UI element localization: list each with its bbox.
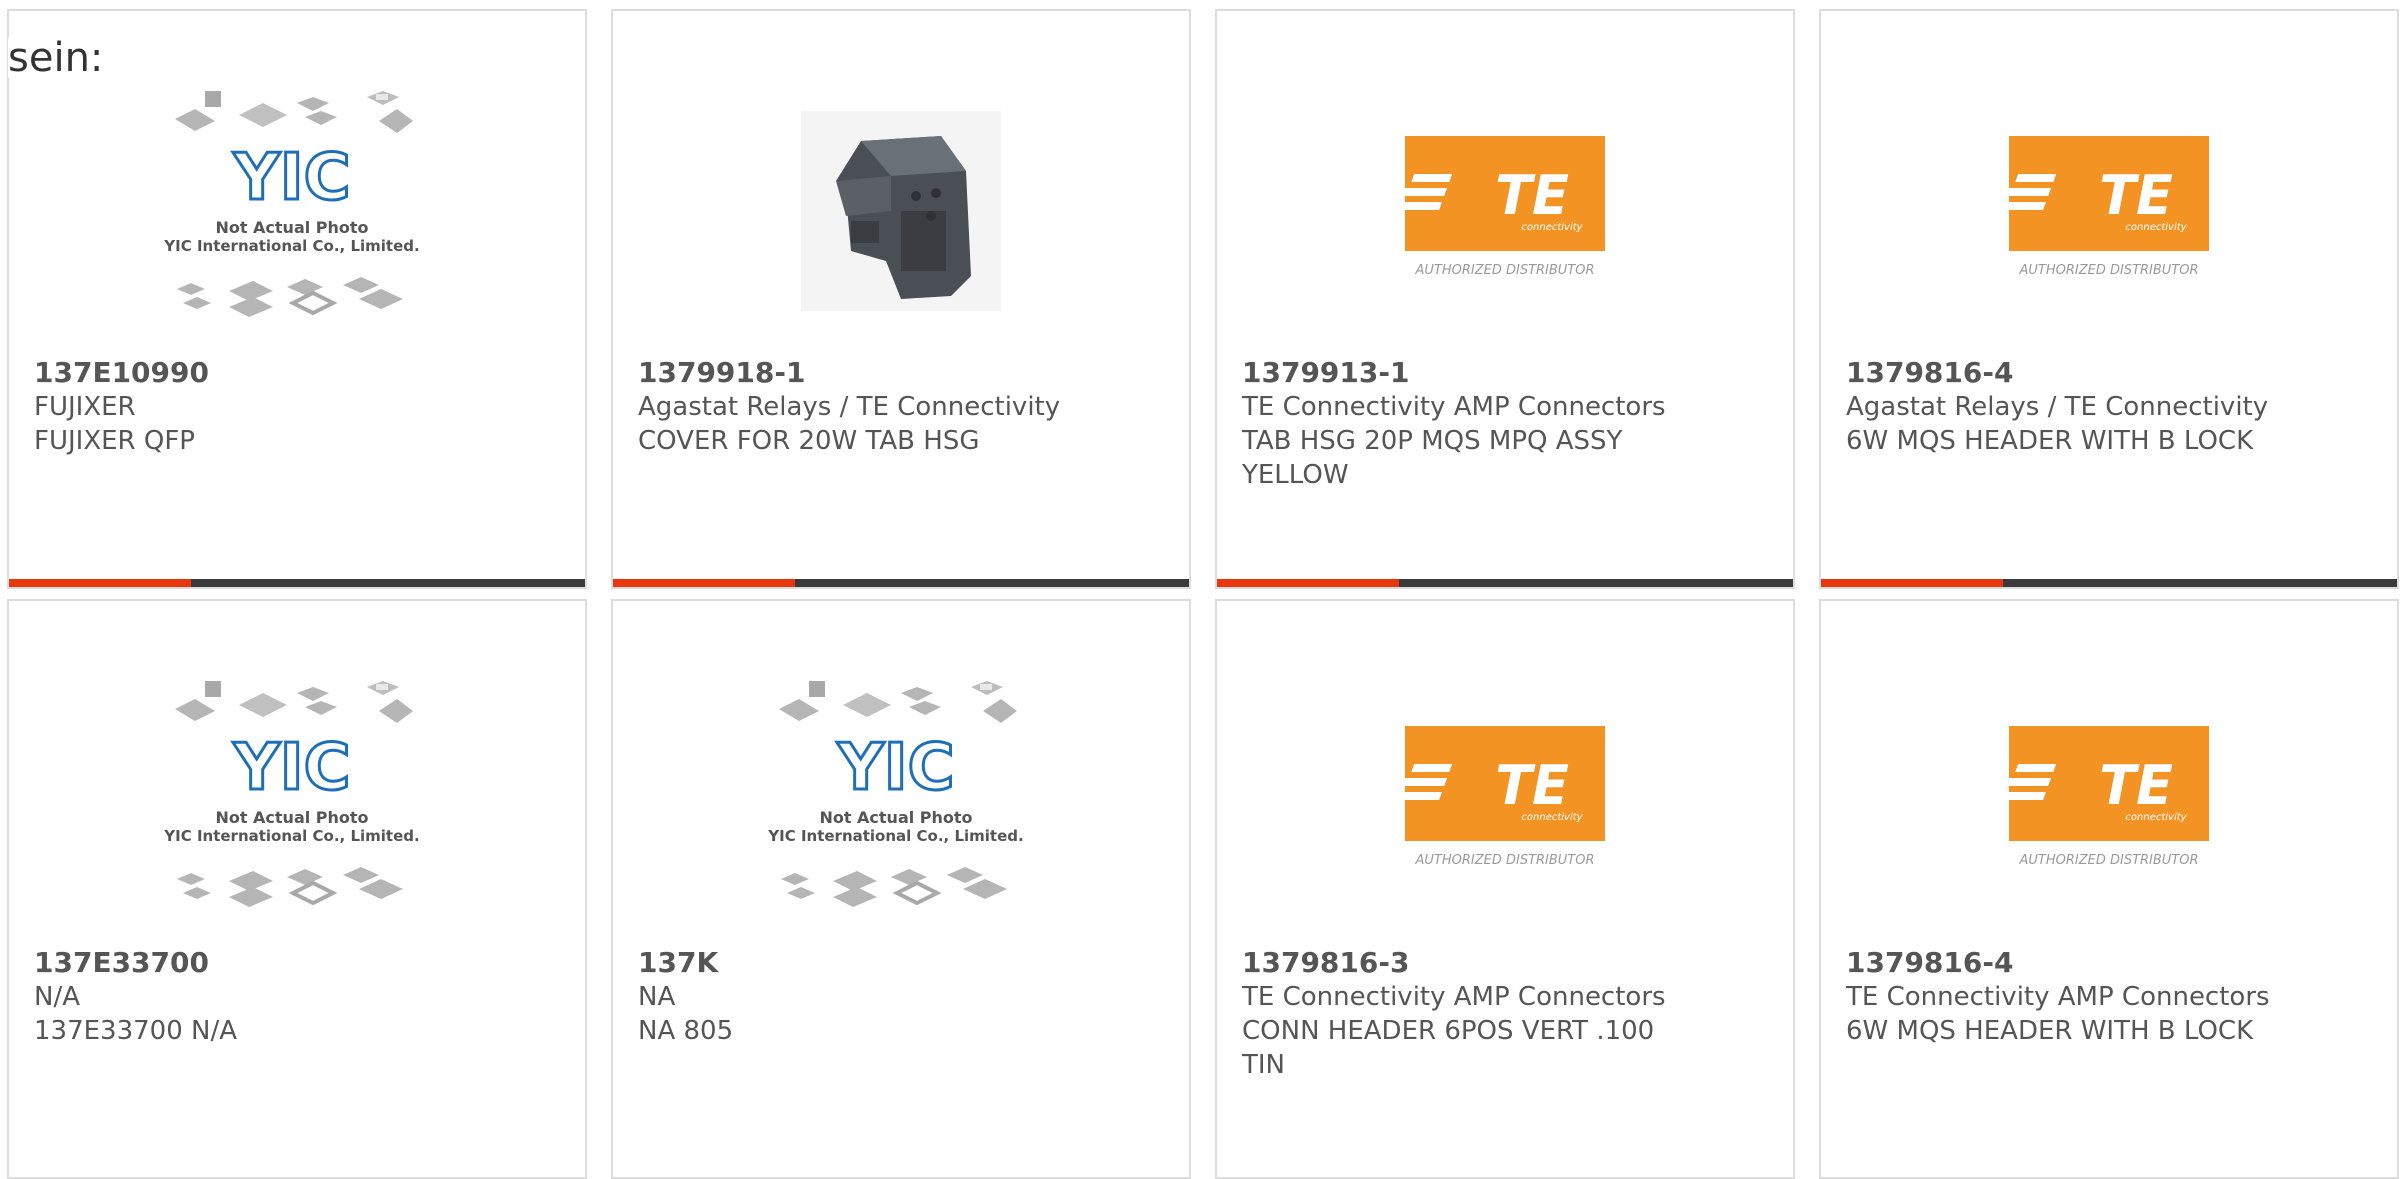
svg-text:AUTHORIZED DISTRIBUTOR: AUTHORIZED DISTRIBUTOR <box>2018 853 2198 868</box>
svg-text:Not Actual Photo: Not Actual Photo <box>819 808 972 827</box>
yic-placeholder-image: YIC Not Actual Photo YIC International C… <box>163 91 420 317</box>
svg-text:YIC International Co., Limited: YIC International Co., Limited. <box>163 237 419 255</box>
yic-logo: YIC <box>232 731 350 805</box>
product-card[interactable]: TE connectivity AUTHORIZED DISTRIBUTOR 1… <box>1819 9 2399 589</box>
connector-cover-photo <box>801 111 1001 311</box>
manufacturer: NA <box>638 982 676 1012</box>
description: FUJIXER QFP <box>34 426 195 456</box>
product-card[interactable]: 1379918-1 Agastat Relays / TE Connectivi… <box>611 9 1191 589</box>
svg-text:AUTHORIZED DISTRIBUTOR: AUTHORIZED DISTRIBUTOR <box>1414 853 1594 868</box>
description: 6W MQS HEADER WITH B LOCK <box>1846 1016 2254 1046</box>
svg-text:connectivity: connectivity <box>1521 812 1583 823</box>
part-number[interactable]: 1379913-1 <box>1242 356 1409 390</box>
svg-text:AUTHORIZED DISTRIBUTOR: AUTHORIZED DISTRIBUTOR <box>2018 263 2198 278</box>
intro-text: sein: <box>8 35 104 81</box>
svg-text:YIC International Co., Limited: YIC International Co., Limited. <box>163 827 419 845</box>
svg-text:TE: TE <box>1495 754 1569 817</box>
svg-text:YIC International Co., Limited: YIC International Co., Limited. <box>767 827 1023 845</box>
svg-text:Not Actual Photo: Not Actual Photo <box>215 808 368 827</box>
manufacturer: FUJIXER <box>34 392 136 422</box>
te-authorized-distributor-image: TE connectivity AUTHORIZED DISTRIBUTOR <box>2004 726 2209 868</box>
te-authorized-distributor-image: TE connectivity AUTHORIZED DISTRIBUTOR <box>1400 726 1605 868</box>
product-card[interactable]: TE connectivity AUTHORIZED DISTRIBUTOR 1… <box>1215 599 1795 1179</box>
description: NA 805 <box>638 1016 734 1046</box>
description: TAB HSG 20P MQS MPQ ASSY YELLOW <box>1242 426 1623 490</box>
product-image[interactable]: TE connectivity AUTHORIZED DISTRIBUTOR <box>1821 661 2397 941</box>
product-image[interactable]: YIC Not Actual Photo YIC International C… <box>9 661 585 941</box>
svg-text:Not Actual Photo: Not Actual Photo <box>215 218 368 237</box>
part-number[interactable]: 137E10990 <box>34 356 209 390</box>
product-card[interactable]: TE connectivity AUTHORIZED DISTRIBUTOR 1… <box>1819 599 2399 1179</box>
yic-logo: YIC <box>836 731 954 805</box>
manufacturer: TE Connectivity AMP Connectors <box>1242 982 1666 1012</box>
manufacturer: Agastat Relays / TE Connectivity <box>638 392 1061 422</box>
product-card[interactable]: YIC Not Actual Photo YIC International C… <box>611 599 1191 1179</box>
product-image[interactable]: TE connectivity AUTHORIZED DISTRIBUTOR <box>1217 71 1793 351</box>
svg-text:connectivity: connectivity <box>2125 222 2187 233</box>
description: COVER FOR 20W TAB HSG <box>638 426 980 456</box>
product-image[interactable]: TE connectivity AUTHORIZED DISTRIBUTOR <box>1821 71 2397 351</box>
part-number[interactable]: 1379918-1 <box>638 356 805 390</box>
product-card[interactable]: YIC Not Actual Photo YIC International C… <box>7 599 587 1179</box>
svg-text:TE: TE <box>2099 754 2173 817</box>
te-authorized-distributor-image: TE connectivity AUTHORIZED DISTRIBUTOR <box>1400 136 1605 278</box>
card-accent-bar <box>1821 579 2003 587</box>
svg-text:AUTHORIZED DISTRIBUTOR: AUTHORIZED DISTRIBUTOR <box>1414 263 1594 278</box>
svg-text:connectivity: connectivity <box>1521 222 1583 233</box>
yic-placeholder-image: YIC Not Actual Photo YIC International C… <box>767 681 1024 907</box>
manufacturer: N/A <box>34 982 80 1012</box>
card-accent-bar <box>9 579 191 587</box>
product-image[interactable]: YIC Not Actual Photo YIC International C… <box>613 661 1189 941</box>
product-card[interactable]: TE connectivity AUTHORIZED DISTRIBUTOR 1… <box>1215 9 1795 589</box>
manufacturer: TE Connectivity AMP Connectors <box>1846 982 2270 1012</box>
manufacturer: Agastat Relays / TE Connectivity <box>1846 392 2269 422</box>
product-image[interactable] <box>613 71 1189 351</box>
part-number[interactable]: 1379816-3 <box>1242 946 1409 980</box>
manufacturer: TE Connectivity AMP Connectors <box>1242 392 1666 422</box>
te-authorized-distributor-image: TE connectivity AUTHORIZED DISTRIBUTOR <box>2004 136 2209 278</box>
svg-text:TE: TE <box>1495 164 1569 227</box>
part-number[interactable]: 137E33700 <box>34 946 209 980</box>
description: CONN HEADER 6POS VERT .100 TIN <box>1242 1016 1655 1080</box>
yic-placeholder-image: YIC Not Actual Photo YIC International C… <box>163 681 420 907</box>
description: 6W MQS HEADER WITH B LOCK <box>1846 426 2254 456</box>
svg-text:connectivity: connectivity <box>2125 812 2187 823</box>
card-accent-bar <box>1217 579 1399 587</box>
product-image[interactable]: TE connectivity AUTHORIZED DISTRIBUTOR <box>1217 661 1793 941</box>
part-number[interactable]: 1379816-4 <box>1846 356 2013 390</box>
description: 137E33700 N/A <box>34 1016 238 1046</box>
product-card[interactable]: YIC Not Actual Photo YIC International C… <box>7 9 587 589</box>
part-number[interactable]: 137K <box>638 946 718 980</box>
part-number[interactable]: 1379816-4 <box>1846 946 2013 980</box>
card-accent-bar <box>613 579 795 587</box>
product-image[interactable]: YIC Not Actual Photo YIC International C… <box>9 71 585 351</box>
yic-logo: YIC <box>232 141 350 215</box>
svg-text:TE: TE <box>2099 164 2173 227</box>
